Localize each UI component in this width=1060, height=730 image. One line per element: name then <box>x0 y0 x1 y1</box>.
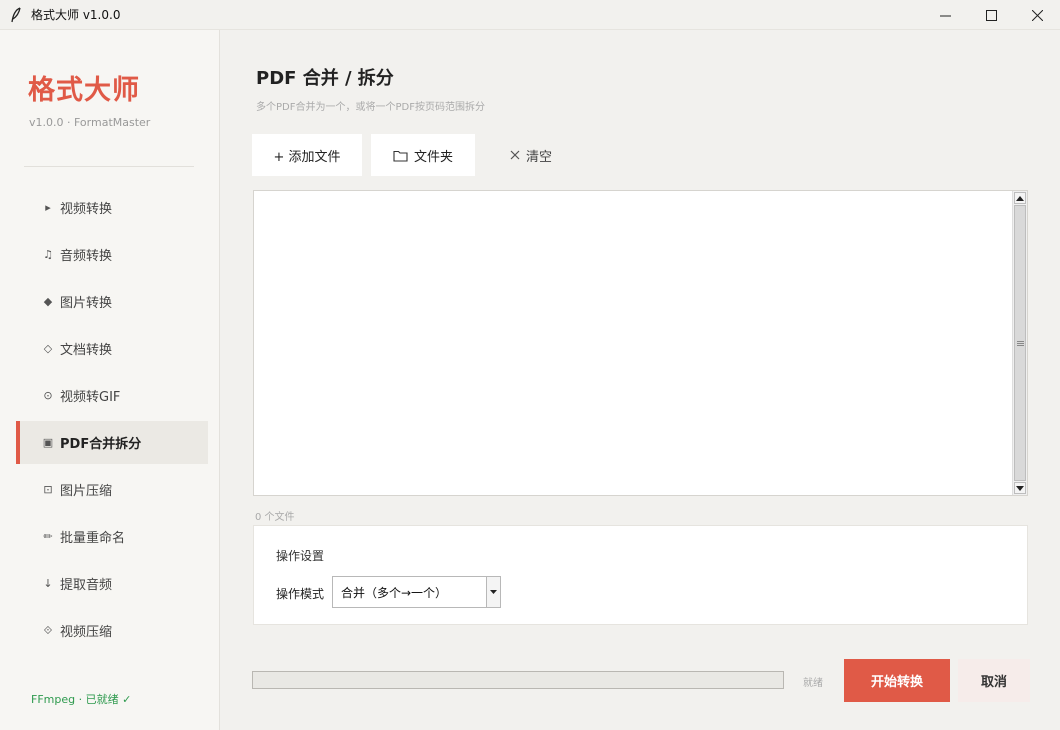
close-icon <box>1031 9 1043 21</box>
sidebar-item-label: 批量重命名 <box>60 531 126 546</box>
brand-logo-text: 格式大师 <box>28 75 140 106</box>
page-title: PDF 合并 / 拆分 <box>256 68 394 89</box>
scroll-thumb[interactable] <box>1014 205 1026 481</box>
version-label: v1.0.0 · FormatMaster <box>29 116 151 129</box>
x-icon <box>510 150 520 160</box>
scroll-down-button[interactable] <box>1014 482 1026 494</box>
mode-label: 操作模式 <box>276 587 325 601</box>
sidebar-nav: ▸ 视频转换 ♫ 音频转换 ◆ 图片转换 ◇ 文档转换 ⊙ 视频转GIF ▣ P… <box>16 186 208 656</box>
sidebar-item-document-convert[interactable]: ◇ 文档转换 <box>16 327 208 370</box>
scroll-grip <box>1016 340 1024 346</box>
app-feather-icon <box>9 6 23 23</box>
sidebar-item-label: 视频转换 <box>60 202 113 217</box>
sidebar-item-video-to-gif[interactable]: ⊙ 视频转GIF <box>16 374 208 417</box>
sidebar-item-pdf-merge-split[interactable]: ▣ PDF合并拆分 <box>16 421 208 464</box>
diamond-outline-icon: ◇ <box>43 342 53 355</box>
sidebar-item-image-convert[interactable]: ◆ 图片转换 <box>16 280 208 323</box>
sidebar-item-label: 文档转换 <box>60 343 113 358</box>
mode-dropdown-button[interactable] <box>486 577 500 607</box>
add-folder-label: 文件夹 <box>413 149 453 165</box>
sidebar-item-label: 图片压缩 <box>60 484 113 499</box>
sidebar-item-label: 图片转换 <box>60 296 113 311</box>
minimize-button[interactable] <box>922 0 968 30</box>
sidebar-item-extract-audio[interactable]: ↓ 提取音频 <box>16 562 208 605</box>
start-convert-button[interactable]: 开始转换 <box>844 659 950 702</box>
title-bar: 格式大师 v1.0.0 <box>0 0 1060 30</box>
arrow-down-icon: ↓ <box>43 577 53 590</box>
status-text: 就绪 <box>803 678 823 689</box>
settings-panel: 操作设置 操作模式 合并（多个→一个） <box>253 525 1028 625</box>
sidebar: 格式大师 v1.0.0 · FormatMaster ▸ 视频转换 ♫ 音频转换… <box>0 30 220 730</box>
sidebar-item-image-compress[interactable]: ⊡ 图片压缩 <box>16 468 208 511</box>
file-list[interactable] <box>253 190 1028 496</box>
sidebar-item-label: 视频转GIF <box>60 390 121 405</box>
triangle-down-icon <box>1016 485 1024 491</box>
minimize-icon <box>939 15 951 16</box>
chevron-down-icon <box>490 590 497 594</box>
circle-dot-icon: ⊙ <box>43 389 53 402</box>
page-subtitle: 多个PDF合并为一个，或将一个PDF按页码范围拆分 <box>256 102 485 113</box>
sidebar-item-video-convert[interactable]: ▸ 视频转换 <box>16 186 208 229</box>
pencil-icon: ✏ <box>43 530 53 543</box>
cancel-button[interactable]: 取消 <box>958 659 1030 702</box>
clear-button[interactable]: 清空 <box>496 134 566 176</box>
sidebar-item-label: 提取音频 <box>60 578 113 593</box>
compress-icon: ⟐ <box>43 623 53 637</box>
maximize-button[interactable] <box>968 0 1014 30</box>
sidebar-item-video-compress[interactable]: ⟐ 视频压缩 <box>16 609 208 652</box>
file-list-scrollbar[interactable] <box>1012 191 1027 495</box>
diamond-icon: ◆ <box>43 295 53 308</box>
add-folder-button[interactable]: 文件夹 <box>371 134 475 176</box>
add-files-label: + 添加文件 <box>273 149 341 165</box>
ffmpeg-status: FFmpeg · 已就绪 ✓ <box>31 693 132 706</box>
file-count: 0 个文件 <box>255 512 295 523</box>
scroll-up-button[interactable] <box>1014 192 1026 204</box>
square-dot-icon: ⊡ <box>43 483 53 496</box>
music-note-icon: ♫ <box>43 248 53 261</box>
play-icon: ▸ <box>45 201 51 214</box>
sidebar-item-label: 音频转换 <box>60 249 113 264</box>
sidebar-item-batch-rename[interactable]: ✏ 批量重命名 <box>16 515 208 558</box>
sidebar-divider <box>24 166 194 167</box>
maximize-icon <box>985 9 997 21</box>
add-files-button[interactable]: + 添加文件 <box>252 134 362 176</box>
mode-select-value: 合并（多个→一个） <box>341 585 448 600</box>
sidebar-item-audio-convert[interactable]: ♫ 音频转换 <box>16 233 208 276</box>
clear-label: 清空 <box>525 149 552 165</box>
close-button[interactable] <box>1014 0 1060 30</box>
sidebar-item-label: PDF合并拆分 <box>60 437 142 452</box>
settings-title: 操作设置 <box>276 549 325 563</box>
triangle-up-icon <box>1016 195 1024 201</box>
sidebar-item-label: 视频压缩 <box>60 625 113 640</box>
pdf-square-icon: ▣ <box>42 436 54 449</box>
folder-icon <box>393 149 408 162</box>
window-title: 格式大师 v1.0.0 <box>31 8 121 22</box>
progress-bar <box>252 671 784 689</box>
mode-select[interactable]: 合并（多个→一个） <box>332 576 501 608</box>
